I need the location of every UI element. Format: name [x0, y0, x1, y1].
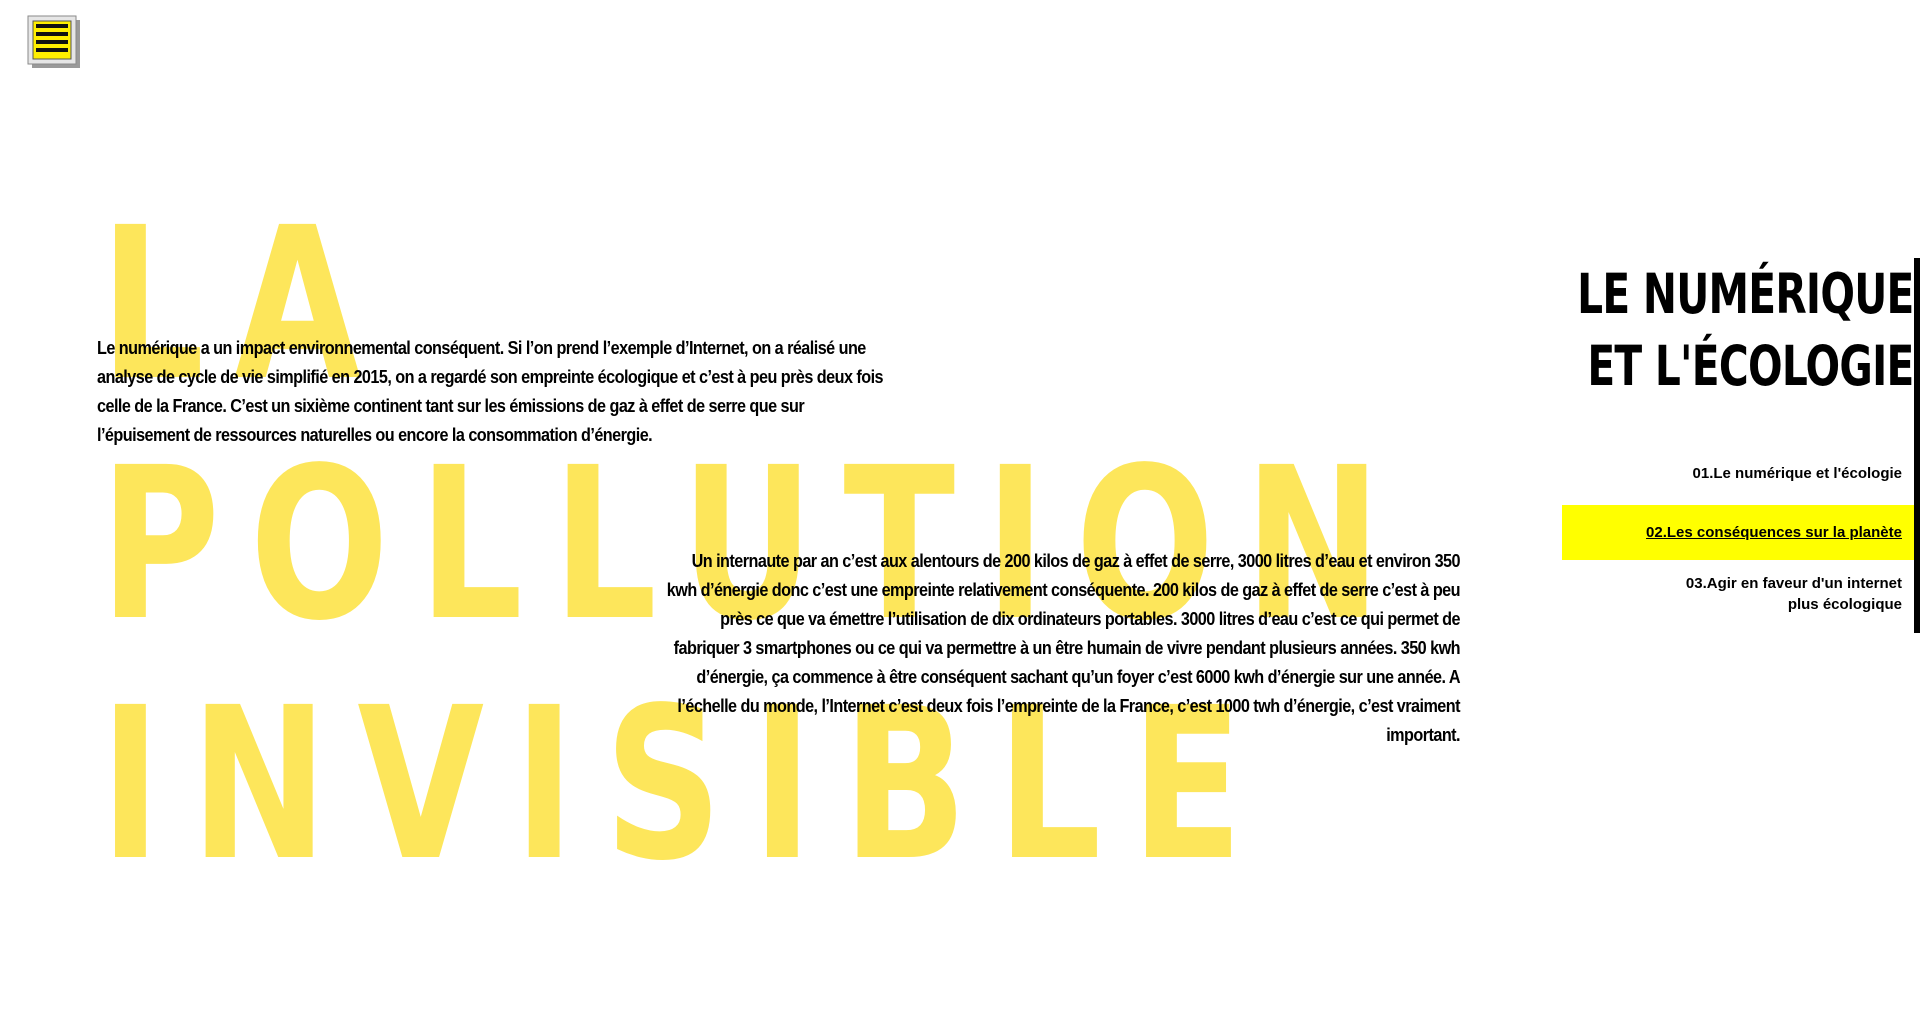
- intro-paragraph: Le numérique a un impact environnemental…: [97, 338, 884, 445]
- nav-item-chapter-2[interactable]: 02.Les conséquences sur la planète: [1562, 505, 1914, 560]
- nav-item-chapter-3-line2: plus écologique: [1787, 596, 1902, 613]
- nav-item-chapter-1[interactable]: 01.Le numérique et l'écologie: [1562, 455, 1914, 492]
- sidebar-title: LE NUMÉRIQUE ET L'ÉCOLOGIE: [1577, 258, 1915, 402]
- nav-item-chapter-3-line1: 03.Agir en faveur d'un internet: [1685, 575, 1902, 592]
- stats-paragraph: Un internaute par an c’est aux alentours…: [666, 551, 1461, 745]
- sidebar-title-line1: LE NUMÉRIQUE: [1577, 262, 1915, 326]
- chapter-nav: 01.Le numérique et l'écologie 02.Les con…: [1562, 450, 1914, 623]
- nav-item-chapter-3[interactable]: 03.Agir en faveur d'un internet plus éco…: [1562, 565, 1914, 623]
- sidebar-scroll-indicator: [1914, 258, 1920, 633]
- site-logo[interactable]: [27, 15, 83, 71]
- sidebar-title-line2: ET L'ÉCOLOGIE: [1587, 334, 1915, 398]
- cloud-grid-logo-icon: [27, 15, 80, 68]
